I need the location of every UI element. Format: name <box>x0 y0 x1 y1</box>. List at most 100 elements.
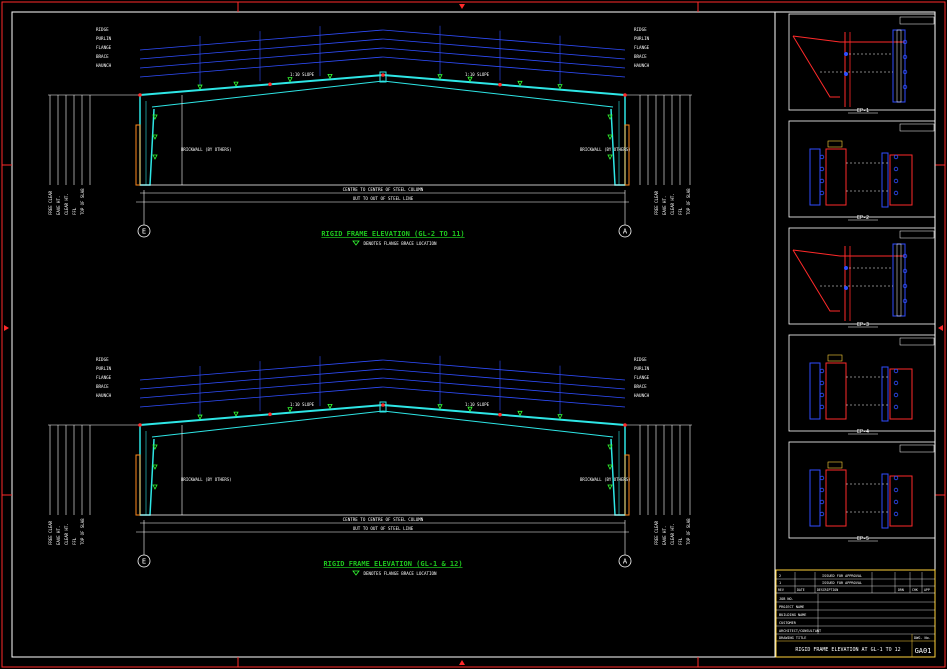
detail-plate-right <box>881 152 889 208</box>
detail-node <box>844 72 848 76</box>
detail-node <box>844 286 848 290</box>
level-label-right: CLEAR HT. <box>670 193 675 215</box>
sheet-inner-border <box>11 11 936 658</box>
rev-desc: ISSUED FOR APPROVAL <box>822 574 862 578</box>
level-label-right: FREE CLEAR <box>654 190 659 215</box>
level-label-left: FREE CLEAR <box>48 520 53 545</box>
center-mark-bottom <box>459 660 465 665</box>
column-left <box>139 425 155 516</box>
splice-mark <box>381 73 385 77</box>
roof-label-right: PURLIN <box>634 366 650 371</box>
level-label-right: FREE CLEAR <box>654 520 659 545</box>
level-label-right: EAVE HT. <box>662 196 667 215</box>
column-left <box>139 95 155 186</box>
detail-title: EP-1 <box>857 108 869 114</box>
roof-dim-line <box>382 47 626 69</box>
roof-dim-line <box>139 56 384 78</box>
detail-title: EP-4 <box>857 429 869 435</box>
drawing-title-label: DRAWING TITLE <box>779 636 806 640</box>
detail-bolt <box>819 475 825 481</box>
title-block: 2 ISSUED FOR APPROVAL 1 ISSUED FOR APPROVAL… <box>775 569 936 658</box>
roof-label-left: PURLIN <box>96 366 112 371</box>
brick-wall-label-left: BRICKWALL (BY OTHERS) <box>181 477 232 482</box>
detail-bolt <box>893 368 899 374</box>
detail-ep-5: EP-5 <box>788 441 936 542</box>
detail-tag-box <box>899 230 935 239</box>
flange-brace-marker <box>327 403 333 410</box>
flange-brace-marker <box>607 154 613 160</box>
level-label-right: FFL <box>678 537 683 545</box>
rev-no: 2 <box>779 574 781 578</box>
column-right <box>610 425 626 516</box>
flange-brace-marker <box>152 464 158 470</box>
detail-ep-1: EP-1 <box>788 13 936 114</box>
roof-dim-line <box>382 377 626 399</box>
detail-bolt <box>819 392 825 398</box>
flange-brace-marker <box>287 407 293 413</box>
detail-bolt <box>893 190 899 196</box>
detail-dim-box <box>827 461 843 469</box>
splice-mark <box>268 412 272 417</box>
detail-bolt <box>819 487 825 493</box>
detail-beam-right <box>889 154 913 206</box>
flange-brace-marker <box>607 464 613 470</box>
elevation-note: DENOTES FLANGE BRACE LOCATION <box>363 571 437 576</box>
roof-label-right: RIDGE <box>634 357 647 362</box>
frame-elevations: RIDGE RIDGE PURLIN PURLIN FLANGE FLANGE BRACE B… <box>48 25 692 576</box>
rev-header: DESCRIPTION <box>817 588 838 592</box>
detail-bolt <box>893 154 899 160</box>
roof-label-right: RIDGE <box>634 27 647 32</box>
detail-dim-box <box>827 354 843 362</box>
rev-header: REV <box>778 588 784 592</box>
flange-brace-marker <box>467 406 473 413</box>
note-legend-marker <box>352 240 360 246</box>
detail-frame <box>788 13 936 111</box>
flange-brace-marker <box>152 134 158 140</box>
level-label-right: EAVE HT. <box>662 526 667 545</box>
roof-dim-line <box>382 38 626 60</box>
detail-bolt <box>819 511 825 517</box>
detail-bolt <box>893 380 899 386</box>
roof-label-left: BRACE <box>96 384 109 389</box>
detail-beam-right <box>889 368 913 420</box>
field-label: ARCHITECT/CONSULTANT <box>779 629 822 633</box>
detail-haunch <box>792 249 840 312</box>
splice-mark <box>138 93 142 97</box>
roof-label-right: BRACE <box>634 384 647 389</box>
detail-bolt <box>819 154 825 160</box>
roof-dim-line <box>382 29 626 51</box>
roof-label-left: FLANGE <box>96 45 112 50</box>
elevation-note: DENOTES FLANGE BRACE LOCATION <box>363 241 437 246</box>
flange-brace-marker <box>287 77 293 83</box>
level-label-left: FREE CLEAR <box>48 190 53 215</box>
dim-center-label: CENTRE TO CENTRE OF STEEL COLUMN <box>343 187 424 192</box>
detail-bolt <box>819 499 825 505</box>
detail-end-plate-web <box>896 29 902 103</box>
detail-ep-2: EP-2 <box>788 120 936 221</box>
level-label-left: FFL <box>72 537 77 545</box>
detail-node <box>844 52 848 56</box>
splice-mark <box>498 412 502 417</box>
detail-title: EP-5 <box>857 536 869 542</box>
roof-dim-line <box>382 359 626 381</box>
detail-bolt <box>893 404 899 410</box>
connection-details: EP-1 EP-2 EP-3 EP-4 EP-5 <box>788 13 936 542</box>
detail-bolt <box>819 166 825 172</box>
detail-haunch <box>792 35 840 98</box>
center-mark-top <box>459 4 465 9</box>
splice-mark <box>623 423 627 427</box>
detail-ep-3: EP-3 <box>788 227 936 328</box>
roof-label-left: FLANGE <box>96 375 112 380</box>
drawing-title: RIGID FRAME ELEVATION AT GL-1 TO 12 <box>795 647 900 653</box>
detail-dim-box <box>827 140 843 148</box>
elevation-title: RIGID FRAME ELEVATION (GL-1 & 12) <box>323 560 462 568</box>
detail-beam-left <box>825 469 847 527</box>
roof-dim-line <box>139 386 384 408</box>
roof-label-right: BRACE <box>634 54 647 59</box>
level-label-right: TOP OF SLAB <box>686 188 691 215</box>
splice-mark <box>381 403 385 407</box>
roof-dim-line <box>382 56 626 78</box>
detail-bolt <box>893 166 899 172</box>
roof-label-left: HAUNCH <box>96 393 112 398</box>
elevation-title: RIGID FRAME ELEVATION (GL-2 TO 11) <box>321 230 464 238</box>
